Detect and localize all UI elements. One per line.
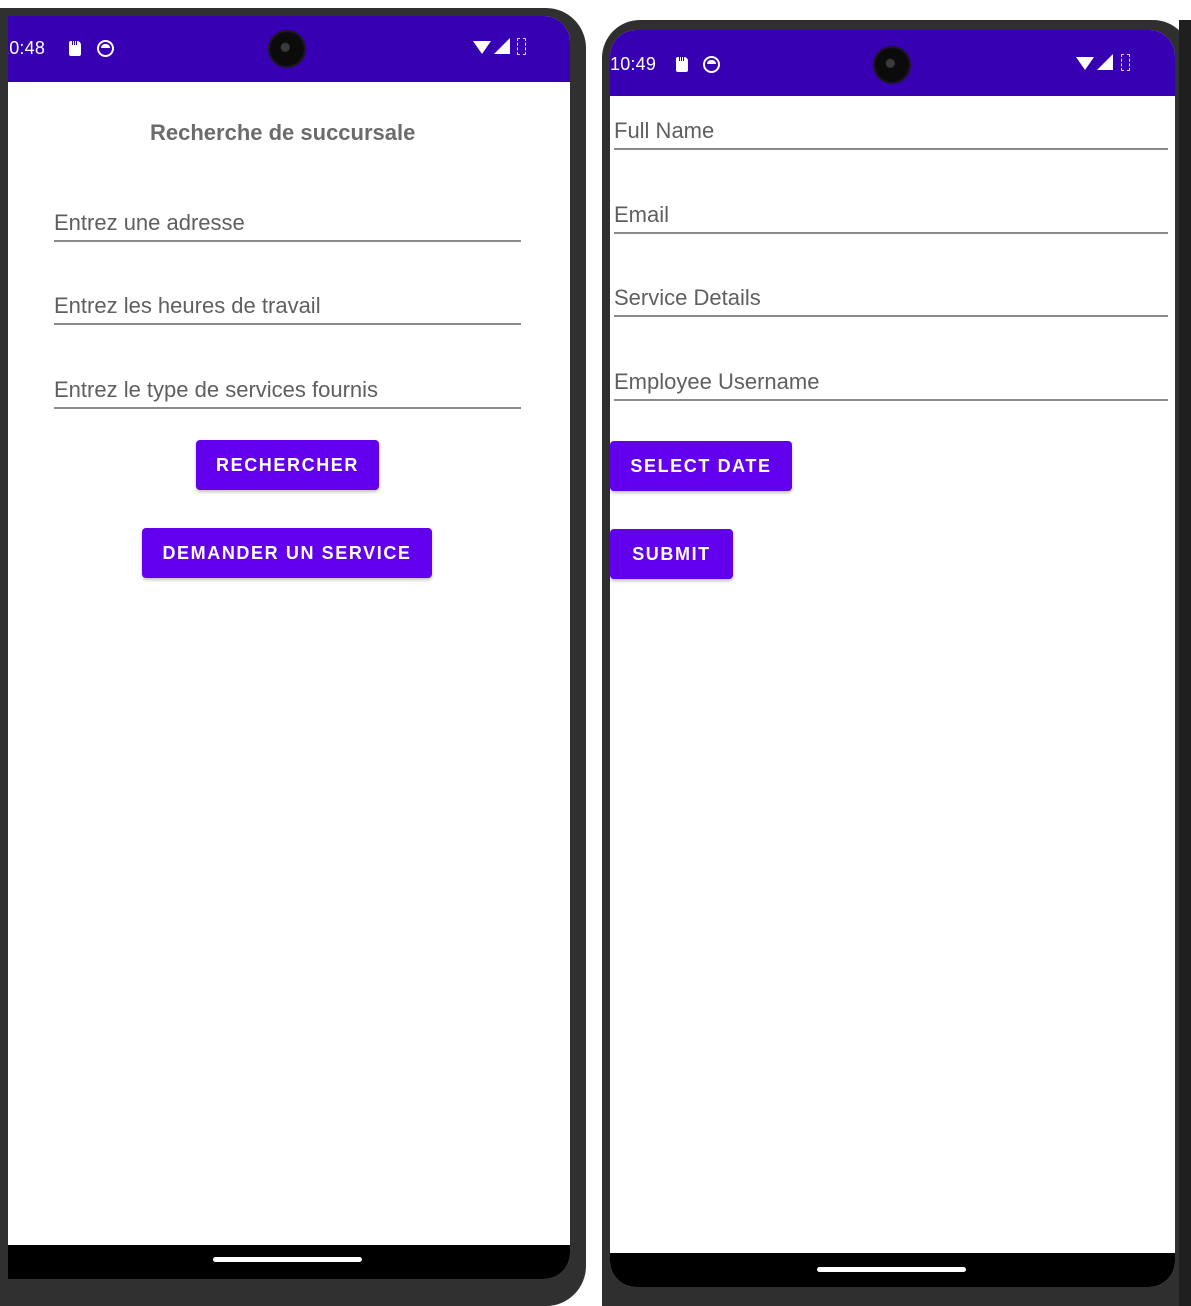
wifi-icon	[1076, 57, 1094, 70]
services-type-field[interactable]	[54, 365, 521, 409]
address-field[interactable]	[54, 198, 521, 242]
status-time: 10:49	[610, 54, 657, 74]
status-time: 10:48	[8, 38, 46, 58]
signal-icon	[1097, 54, 1113, 70]
wifi-icon	[473, 41, 491, 54]
email-field[interactable]	[614, 190, 1168, 234]
employee-username-field[interactable]	[614, 357, 1168, 401]
hours-field[interactable]	[54, 281, 521, 325]
hours-input[interactable]	[54, 293, 521, 319]
navigation-bar	[8, 1245, 570, 1279]
right-screen: 10:49 SELECT DATE SUBMIT	[610, 30, 1175, 1287]
select-date-button[interactable]: SELECT DATE	[610, 441, 792, 491]
sd-card-icon	[69, 41, 81, 56]
address-input[interactable]	[54, 210, 521, 236]
camera-cutout	[270, 32, 304, 66]
page-title: Recherche de succursale	[150, 120, 416, 145]
right-phone-frame: 10:49 SELECT DATE SUBMIT	[602, 20, 1191, 1306]
signal-icon	[494, 38, 510, 54]
camera-cutout	[875, 48, 909, 82]
sync-icon	[97, 40, 114, 57]
status-bar: 10:49	[610, 30, 1175, 96]
home-handle[interactable]	[817, 1267, 966, 1272]
full-name-field[interactable]	[614, 106, 1168, 150]
home-handle[interactable]	[213, 1257, 362, 1262]
request-service-button[interactable]: DEMANDER UN SERVICE	[142, 528, 432, 578]
sync-icon	[703, 56, 720, 73]
email-input[interactable]	[614, 202, 1168, 228]
left-phone-frame: 10:48 Recherche de succursale RECHERCHER…	[0, 8, 586, 1306]
navigation-bar	[610, 1253, 1175, 1287]
service-details-input[interactable]	[614, 285, 1168, 311]
full-name-input[interactable]	[614, 118, 1168, 144]
frame-edge	[1179, 20, 1191, 1306]
status-bar: 10:48	[8, 16, 570, 82]
services-type-input[interactable]	[54, 377, 521, 403]
service-details-field[interactable]	[614, 273, 1168, 317]
battery-icon	[517, 38, 526, 55]
submit-button[interactable]: SUBMIT	[610, 529, 733, 579]
left-screen: 10:48 Recherche de succursale RECHERCHER…	[8, 16, 570, 1279]
employee-username-input[interactable]	[614, 369, 1168, 395]
search-button[interactable]: RECHERCHER	[196, 440, 379, 490]
battery-icon	[1121, 54, 1130, 71]
sd-card-icon	[676, 57, 688, 72]
